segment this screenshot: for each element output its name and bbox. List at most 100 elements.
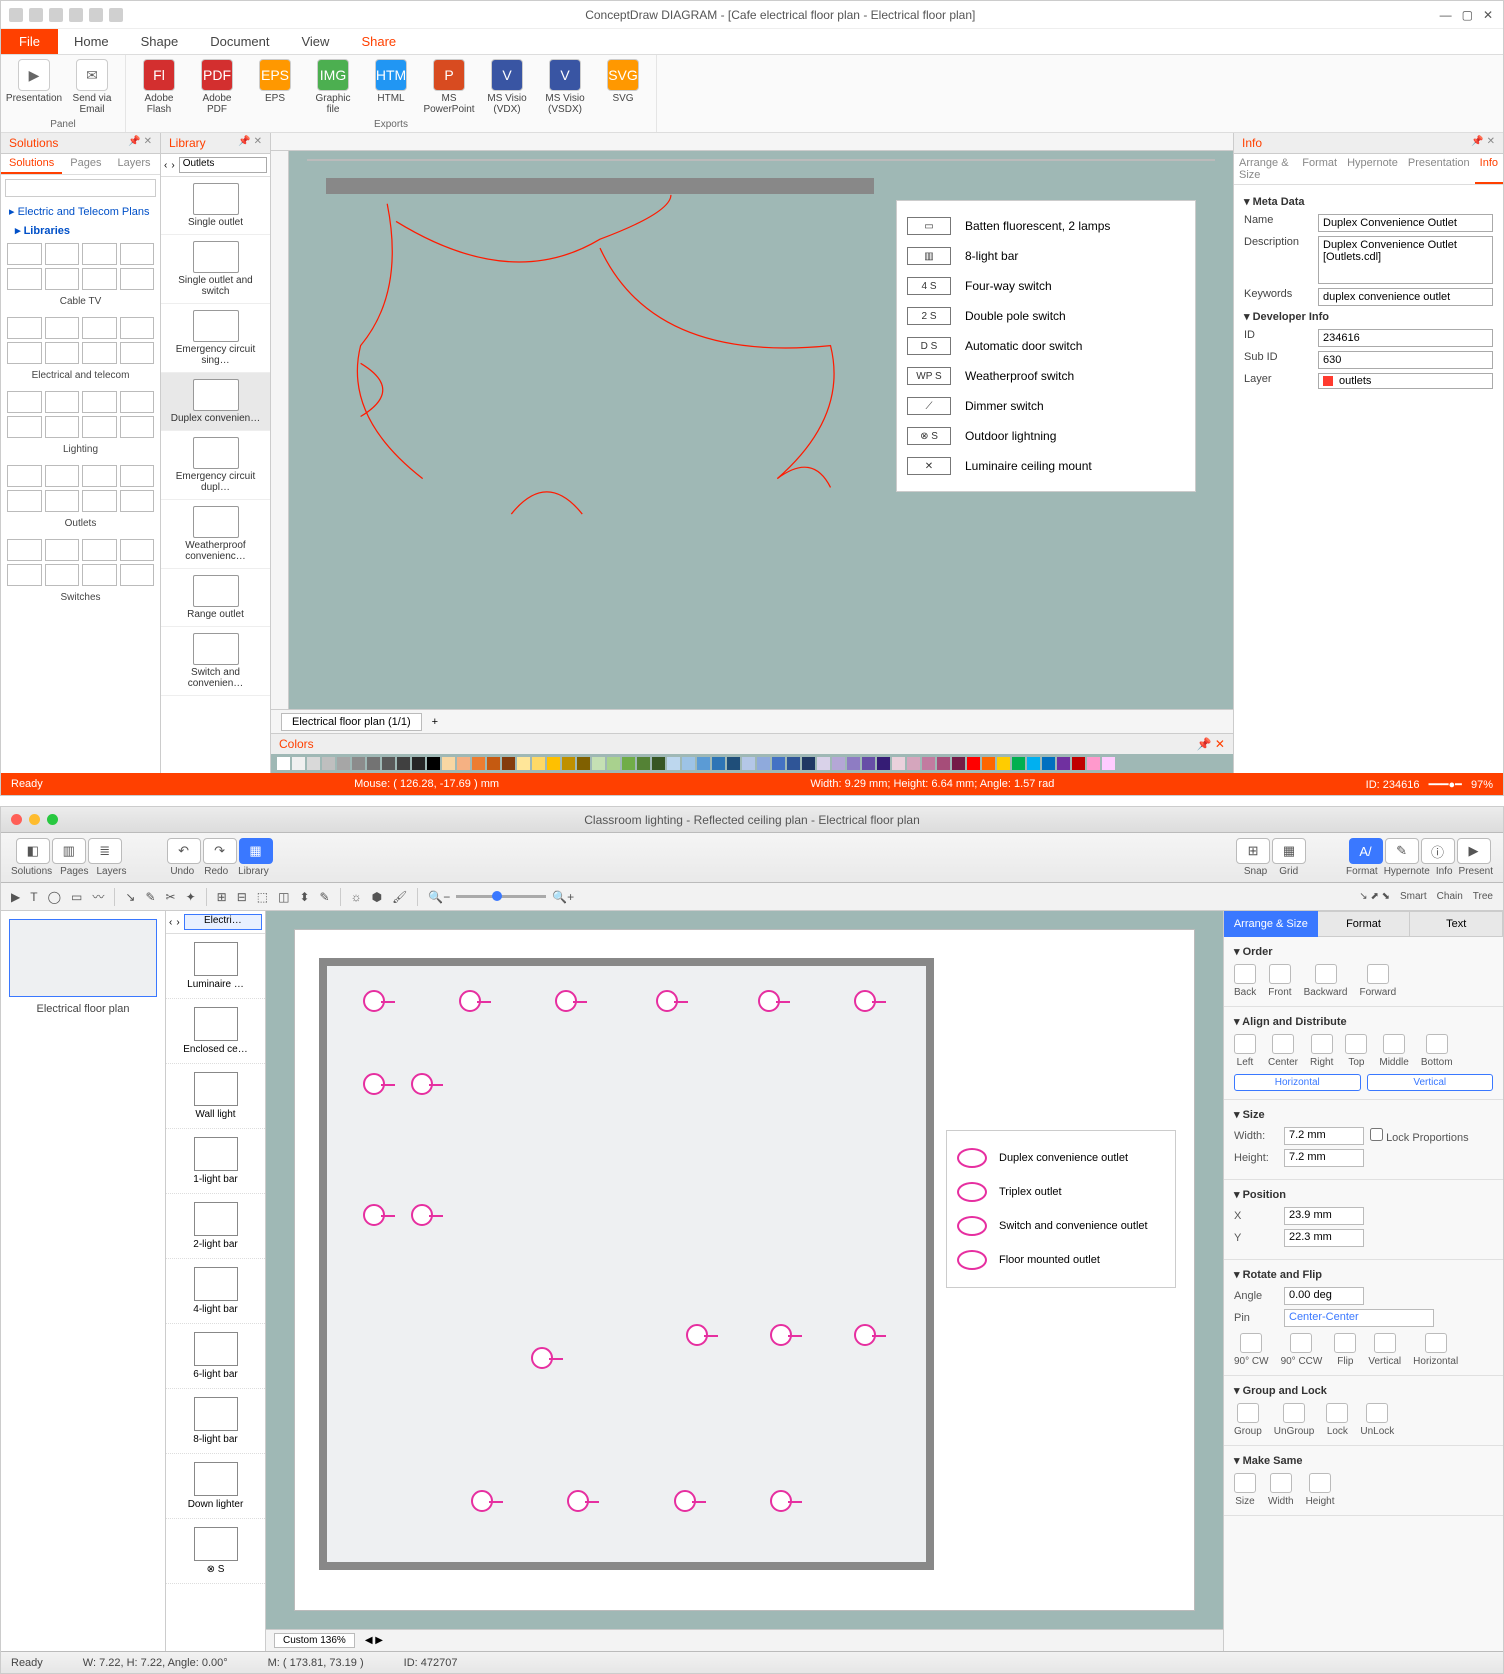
library-shape[interactable]: [120, 317, 155, 339]
library-item[interactable]: Range outlet: [161, 569, 270, 627]
library-shape[interactable]: [7, 243, 42, 265]
color-swatch[interactable]: [802, 757, 815, 770]
library-shape[interactable]: [45, 564, 80, 586]
color-swatch[interactable]: [502, 757, 515, 770]
library-item[interactable]: Single outlet and switch: [161, 235, 270, 304]
library-shape[interactable]: [82, 416, 117, 438]
light-fixture-icon[interactable]: [471, 1490, 493, 1512]
group-group[interactable]: Group: [1234, 1403, 1262, 1437]
light-fixture-icon[interactable]: [567, 1490, 589, 1512]
color-swatches[interactable]: [271, 754, 1233, 773]
color-swatch[interactable]: [937, 757, 950, 770]
color-swatch[interactable]: [667, 757, 680, 770]
width-stepper[interactable]: 7.2 mm: [1284, 1127, 1364, 1145]
library-shape[interactable]: [45, 342, 80, 364]
light-fixture-icon[interactable]: [411, 1073, 433, 1095]
presentation-button[interactable]: ▶Presentation: [9, 59, 59, 115]
library-item[interactable]: Emergency circuit sing…: [161, 304, 270, 373]
color-swatch[interactable]: [1042, 757, 1055, 770]
undo-redo-library-group[interactable]: ↶↷▦ UndoRedoLibrary: [167, 838, 273, 877]
mac-library-nav[interactable]: ‹›Electri…: [166, 911, 265, 934]
align-center[interactable]: Center: [1268, 1034, 1298, 1068]
library-shape[interactable]: [82, 490, 117, 512]
mac-library-item[interactable]: 4-light bar: [166, 1259, 265, 1324]
mac-drawing-canvas[interactable]: Duplex convenience outletTriplex outletS…: [294, 929, 1195, 1611]
color-swatch[interactable]: [412, 757, 425, 770]
id-field[interactable]: 234616: [1318, 329, 1493, 347]
light-fixture-icon[interactable]: [686, 1324, 708, 1346]
file-menu[interactable]: File: [1, 29, 58, 54]
color-swatch[interactable]: [1027, 757, 1040, 770]
color-swatch[interactable]: [892, 757, 905, 770]
order-forward[interactable]: Forward: [1359, 964, 1396, 998]
color-swatch[interactable]: [727, 757, 740, 770]
mac-page-tabs[interactable]: Custom 136% ◀ ▶: [266, 1629, 1223, 1651]
library-shape[interactable]: [45, 539, 80, 561]
library-shape[interactable]: [120, 465, 155, 487]
subtab-info[interactable]: Info: [1475, 154, 1503, 184]
subtab-hypernote[interactable]: Hypernote: [1342, 154, 1403, 184]
color-swatch[interactable]: [622, 757, 635, 770]
export-vdx[interactable]: VMS Visio (VDX): [482, 59, 532, 115]
height-stepper[interactable]: 7.2 mm: [1284, 1149, 1364, 1167]
page-tabs[interactable]: Electrical floor plan (1/1) +: [271, 709, 1233, 733]
color-swatch[interactable]: [847, 757, 860, 770]
color-swatch[interactable]: [982, 757, 995, 770]
color-swatch[interactable]: [1057, 757, 1070, 770]
drawing-canvas[interactable]: ▭Batten fluorescent, 2 lamps▥8-light bar…: [307, 159, 1215, 161]
align-top[interactable]: Top: [1345, 1034, 1367, 1068]
subtab-presentation[interactable]: Presentation: [1403, 154, 1475, 184]
traffic-lights[interactable]: [11, 814, 58, 825]
mac-toolstrip[interactable]: ▶T◯▭〰 ↘✎✂✦ ⊞⊟⬚◫⬍✎ ☼⬢🖌 🔍−🔍+ ↘ ⬈ ⬊ SmartCh…: [1, 883, 1503, 911]
color-swatch[interactable]: [922, 757, 935, 770]
subid-field[interactable]: 630: [1318, 351, 1493, 369]
color-swatch[interactable]: [517, 757, 530, 770]
color-swatch[interactable]: [337, 757, 350, 770]
color-swatch[interactable]: [697, 757, 710, 770]
order-backward[interactable]: Backward: [1304, 964, 1348, 998]
export-flash[interactable]: FlAdobe Flash: [134, 59, 184, 115]
light-fixture-icon[interactable]: [854, 1324, 876, 1346]
solutions-subcategory[interactable]: ▸ Libraries: [1, 222, 160, 239]
light-fixture-icon[interactable]: [411, 1204, 433, 1226]
align-vertical[interactable]: Vertical: [1367, 1074, 1494, 1091]
inspector-tab-text[interactable]: Text: [1410, 911, 1503, 937]
library-shape[interactable]: [82, 539, 117, 561]
align-bottom[interactable]: Bottom: [1421, 1034, 1453, 1068]
solutions-search[interactable]: [5, 179, 156, 197]
mac-library-item[interactable]: 8-light bar: [166, 1389, 265, 1454]
rotate-horizontal[interactable]: Horizontal: [1413, 1333, 1458, 1367]
color-swatch[interactable]: [817, 757, 830, 770]
library-shape[interactable]: [120, 416, 155, 438]
page-tab[interactable]: Electrical floor plan (1/1): [281, 713, 422, 731]
library-shape[interactable]: [82, 465, 117, 487]
mac-library-item[interactable]: 2-light bar: [166, 1194, 265, 1259]
library-shape[interactable]: [82, 564, 117, 586]
color-swatch[interactable]: [487, 757, 500, 770]
library-shape[interactable]: [120, 564, 155, 586]
library-shape[interactable]: [45, 243, 80, 265]
light-fixture-icon[interactable]: [854, 990, 876, 1012]
right-panels-group[interactable]: A/✎ⓘ▶ FormatHypernoteInfoPresent: [1346, 838, 1493, 877]
library-item[interactable]: Duplex convenien…: [161, 373, 270, 431]
x-stepper[interactable]: 23.9 mm: [1284, 1207, 1364, 1225]
pin-icon[interactable]: 📌 ✕: [1197, 737, 1225, 751]
library-item[interactable]: Switch and convenien…: [161, 627, 270, 696]
color-swatch[interactable]: [757, 757, 770, 770]
color-swatch[interactable]: [472, 757, 485, 770]
library-shape[interactable]: [7, 317, 42, 339]
subtab-solutions[interactable]: Solutions: [1, 154, 62, 174]
library-shape[interactable]: [45, 490, 80, 512]
pin-icon[interactable]: 📌 ✕: [1471, 136, 1495, 150]
color-swatch[interactable]: [547, 757, 560, 770]
quick-access-toolbar[interactable]: [1, 8, 131, 22]
color-swatch[interactable]: [712, 757, 725, 770]
y-stepper[interactable]: 22.3 mm: [1284, 1229, 1364, 1247]
color-swatch[interactable]: [682, 757, 695, 770]
color-swatch[interactable]: [907, 757, 920, 770]
rotate-vertical[interactable]: Vertical: [1368, 1333, 1401, 1367]
mac-library-item[interactable]: 6-light bar: [166, 1324, 265, 1389]
tab-document[interactable]: Document: [194, 34, 285, 49]
send-email-button[interactable]: ✉Send via Email: [67, 59, 117, 115]
light-fixture-icon[interactable]: [758, 990, 780, 1012]
